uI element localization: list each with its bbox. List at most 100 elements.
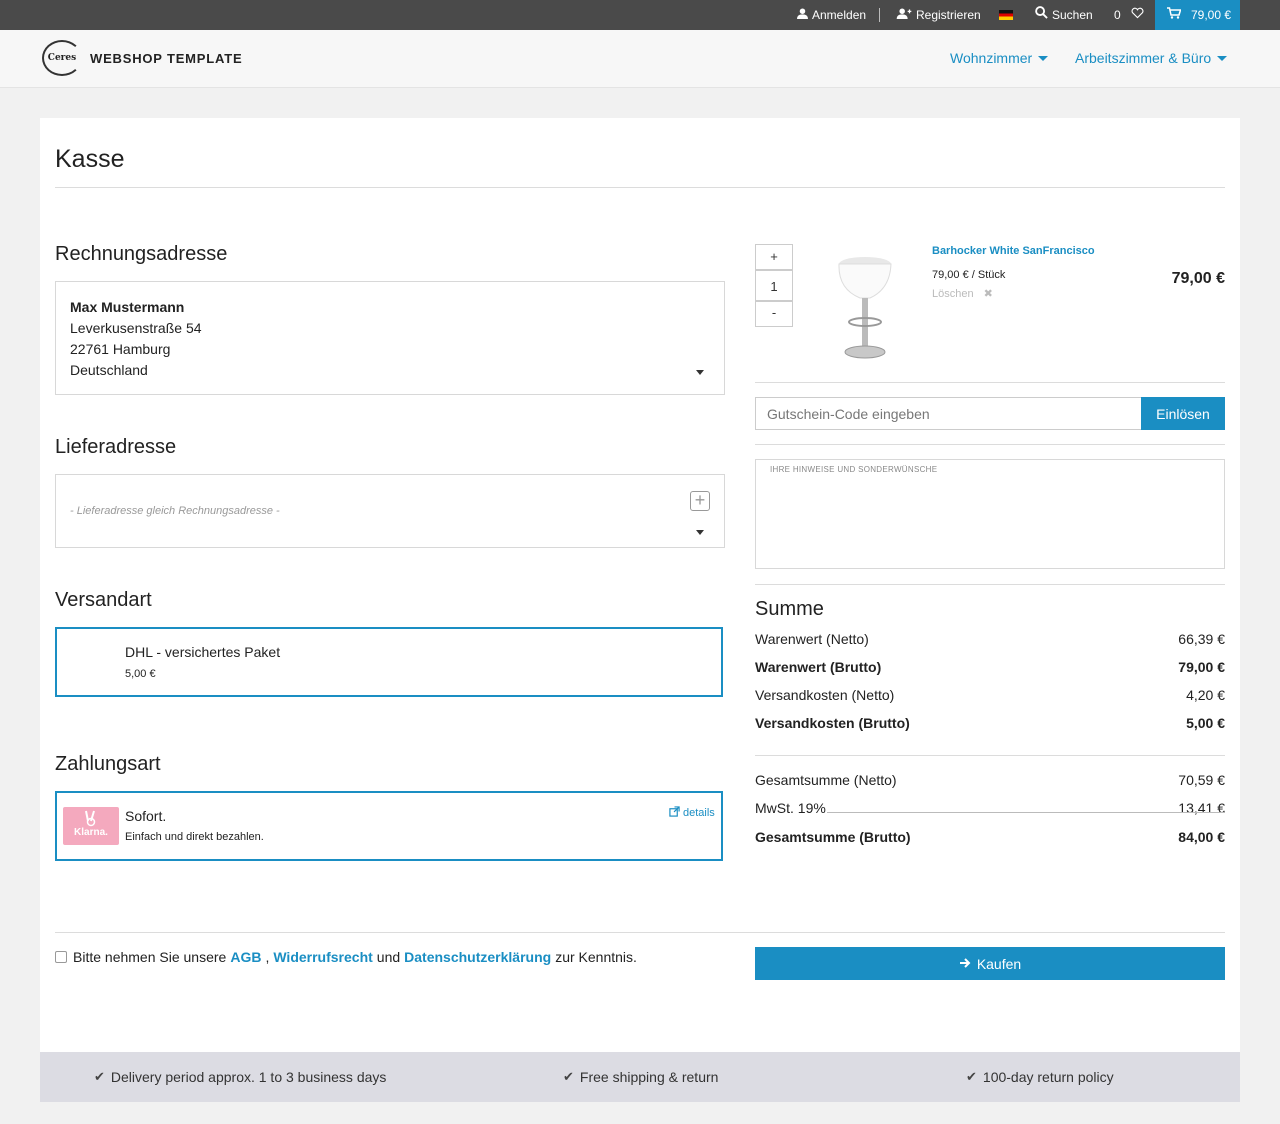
wishlist-count: 0 xyxy=(1114,8,1121,22)
summary-label: Versandkosten (Netto) xyxy=(755,687,895,703)
check-icon: ✔ xyxy=(966,1069,977,1084)
quantity-increase-button[interactable]: + xyxy=(755,244,793,270)
summary-label: Gesamtsumme (Brutto) xyxy=(755,829,911,845)
summary-row: Warenwert (Netto) 66,39 € xyxy=(755,631,1225,647)
klarna-logo: Klarna. xyxy=(63,807,119,845)
basket-item-delete[interactable]: Löschen ✖ xyxy=(932,287,993,301)
register-label: Registrieren xyxy=(916,8,981,22)
feature-label: Delivery period approx. 1 to 3 business … xyxy=(110,1069,387,1085)
terms-prefix: Bitte nehmen Sie unsere xyxy=(73,949,227,965)
summary-value: 13,41 € xyxy=(1178,800,1225,816)
basket-item-total: 79,00 € xyxy=(1171,270,1225,287)
shipping-method-name: DHL - versichertes Paket xyxy=(125,644,281,660)
feature-label: Free shipping & return xyxy=(579,1069,719,1085)
buy-button[interactable]: Kaufen xyxy=(755,947,1225,980)
close-icon: ✖ xyxy=(983,288,993,300)
payment-title: Zahlungsart xyxy=(55,753,161,775)
summary-label: Warenwert (Brutto) xyxy=(755,659,882,675)
summary-value: 84,00 € xyxy=(1178,829,1225,845)
language-flag-button[interactable] xyxy=(999,0,1013,30)
basket-item-name[interactable]: Barhocker White SanFrancisco xyxy=(932,245,1095,257)
delete-label: Löschen xyxy=(932,287,974,300)
caret-down-icon xyxy=(696,370,704,375)
divider xyxy=(55,932,1225,933)
shipping-address-select[interactable]: - Lieferadresse gleich Rechnungsadresse … xyxy=(55,474,725,548)
caret-down-icon xyxy=(1217,55,1228,61)
page-title: Kasse xyxy=(55,145,125,173)
basket-item-unit-price: 79,00 € / Stück xyxy=(932,269,1006,281)
payment-method-name: Sofort. xyxy=(125,808,167,824)
shipping-address-title: Lieferadresse xyxy=(55,436,177,458)
terms-checkbox[interactable] xyxy=(55,951,67,963)
summary-value: 66,39 € xyxy=(1178,631,1225,647)
redeem-button[interactable]: Einlösen xyxy=(1141,397,1225,430)
register-link[interactable]: Registrieren xyxy=(896,0,981,30)
heart-icon xyxy=(1131,0,1144,30)
cart-button[interactable]: 79,00 € xyxy=(1155,0,1240,30)
search-link[interactable]: Suchen xyxy=(1035,0,1093,30)
feature-label: 100-day return policy xyxy=(982,1069,1114,1085)
klarna-logo-text: Klarna. xyxy=(74,827,108,838)
quantity-decrease-button[interactable]: - xyxy=(755,301,793,327)
site-header: Ceres WEBSHOP TEMPLATE Wohnzimmer Arbeit… xyxy=(0,30,1280,88)
login-label: Anmelden xyxy=(812,8,867,22)
product-image[interactable] xyxy=(810,244,915,366)
nav-arbeitszimmer[interactable]: Arbeitszimmer & Büro xyxy=(1075,50,1228,66)
notes-label: IHRE HINWEISE UND SONDERWÜNSCHE xyxy=(770,465,938,474)
login-link[interactable]: Anmelden xyxy=(797,0,866,30)
checkout-panel: Kasse Rechnungsadresse Max Mustermann Le… xyxy=(40,118,1240,1052)
check-icon: ✔ xyxy=(94,1069,105,1084)
summary-row: Gesamtsumme (Brutto) 84,00 € xyxy=(755,829,1225,845)
billing-street: Leverkusenstraße 54 xyxy=(70,320,202,336)
summary-title: Summe xyxy=(755,598,824,620)
summary-row: Versandkosten (Netto) 4,20 € xyxy=(755,687,1225,703)
summary-row: Versandkosten (Brutto) 5,00 € xyxy=(755,715,1225,731)
wishlist-link[interactable]: 0 xyxy=(1114,0,1144,30)
terms-comma: , xyxy=(265,949,270,965)
summary-row: Gesamtsumme (Netto) 70,59 € xyxy=(755,772,1225,788)
billing-country: Deutschland xyxy=(70,362,148,378)
payment-details-link[interactable]: details xyxy=(669,806,715,820)
revocation-link[interactable]: Widerrufsrecht xyxy=(273,949,372,965)
top-bar: Anmelden Registrieren Suchen 0 79,00 € xyxy=(0,0,1280,30)
nav-label: Arbeitszimmer & Büro xyxy=(1075,50,1212,66)
shipping-method-option[interactable]: DHL - versichertes Paket 5,00 € xyxy=(55,627,723,697)
summary-value: 79,00 € xyxy=(1178,659,1225,675)
summary-value: 4,20 € xyxy=(1186,687,1225,703)
arrow-right-icon xyxy=(959,956,971,972)
summary-value: 5,00 € xyxy=(1186,715,1225,731)
privacy-link[interactable]: Datenschutzerklärung xyxy=(404,949,551,965)
quantity-input[interactable]: 1 xyxy=(755,270,793,301)
summary-label: Gesamtsumme (Netto) xyxy=(755,772,897,788)
summary-value: 70,59 € xyxy=(1178,772,1225,788)
caret-down-icon xyxy=(696,530,704,535)
summary-label: MwSt. 19% xyxy=(755,800,826,816)
agb-link[interactable]: AGB xyxy=(230,949,261,965)
nav-wohnzimmer[interactable]: Wohnzimmer xyxy=(950,50,1049,66)
nav-label: Wohnzimmer xyxy=(950,50,1033,66)
terms-row: Bitte nehmen Sie unsere AGB , Widerrufsr… xyxy=(55,949,637,965)
caret-down-icon xyxy=(1038,55,1049,61)
divider xyxy=(755,382,1225,383)
notes-textarea[interactable]: IHRE HINWEISE UND SONDERWÜNSCHE xyxy=(755,459,1225,569)
user-icon xyxy=(797,0,808,30)
feature-item: ✔ 100-day return policy xyxy=(966,1069,1114,1085)
coupon-input[interactable]: Gutschein-Code eingeben xyxy=(755,397,1141,430)
payment-method-option[interactable]: Klarna. Sofort. Einfach und direkt bezah… xyxy=(55,791,723,861)
user-plus-icon xyxy=(896,0,912,30)
billing-name: Max Mustermann xyxy=(70,299,185,315)
billing-address-select[interactable]: Max Mustermann Leverkusenstraße 54 22761… xyxy=(55,281,725,395)
feature-item: ✔ Delivery period approx. 1 to 3 busines… xyxy=(94,1069,386,1085)
summary-label: Warenwert (Netto) xyxy=(755,631,869,647)
billing-city: 22761 Hamburg xyxy=(70,341,171,357)
add-address-icon[interactable]: + xyxy=(690,491,710,511)
summary-row: Warenwert (Brutto) 79,00 € xyxy=(755,659,1225,675)
terms-and: und xyxy=(376,949,401,965)
search-label: Suchen xyxy=(1052,8,1093,22)
logo[interactable]: Ceres WEBSHOP TEMPLATE xyxy=(42,40,242,76)
summary-row: MwSt. 19% 13,41 € xyxy=(755,800,1225,816)
logo-text: WEBSHOP TEMPLATE xyxy=(90,50,243,66)
shipping-method-price: 5,00 € xyxy=(125,668,156,680)
details-label: details xyxy=(683,807,715,819)
feature-bar: ✔ Delivery period approx. 1 to 3 busines… xyxy=(40,1052,1240,1102)
